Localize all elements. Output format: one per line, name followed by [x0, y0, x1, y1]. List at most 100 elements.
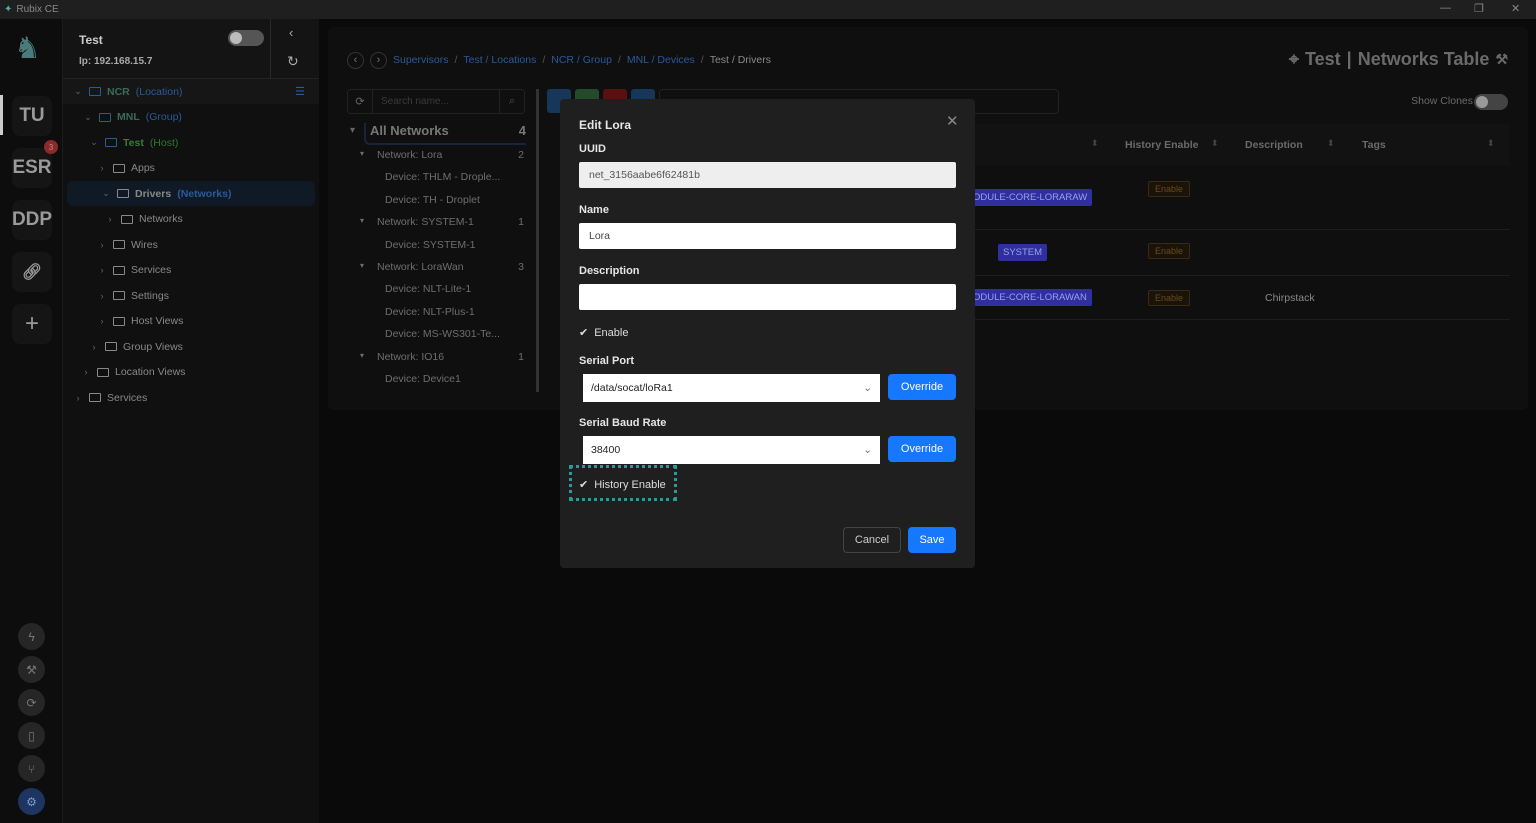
description-field[interactable]	[579, 284, 956, 310]
minimize-button[interactable]: —	[1440, 2, 1451, 14]
chevron-down-icon[interactable]: ⌄	[101, 188, 111, 199]
tree-item[interactable]: › Apps	[63, 156, 319, 181]
chevron-right-icon[interactable]: ›	[97, 265, 107, 275]
column-description[interactable]: Description	[1245, 139, 1303, 151]
gear-icon[interactable]: ⚙	[18, 788, 45, 815]
tree-item[interactable]: › Wires	[63, 232, 319, 257]
notification-badge: 3	[44, 140, 58, 154]
tree-item[interactable]: ⌄ NCR (Location)	[63, 79, 319, 104]
maximize-button[interactable]: ❐	[1474, 2, 1484, 15]
sort-icon[interactable]: ⬍	[1211, 138, 1219, 149]
collapse-icon[interactable]: ‹	[289, 25, 293, 40]
plugin-tag: SYSTEM	[998, 244, 1048, 261]
chevron-down-icon[interactable]: ⌄	[83, 112, 93, 123]
check-icon: ✔	[579, 479, 589, 491]
caret-down-icon: ▾	[360, 350, 365, 360]
search-input[interactable]: Search name...	[372, 90, 500, 113]
chevron-down-icon[interactable]: ⌄	[73, 86, 83, 97]
breadcrumb-item[interactable]: NCR / Group	[551, 54, 612, 66]
show-clones-toggle[interactable]	[1474, 94, 1508, 110]
rail-item-tu[interactable]: TU	[12, 96, 52, 136]
sort-icon[interactable]: ⬍	[1327, 138, 1335, 149]
chevron-right-icon[interactable]: ›	[89, 342, 99, 352]
column-history-enable[interactable]: History Enable	[1125, 139, 1199, 151]
sort-icon[interactable]: ⬍	[1091, 138, 1099, 149]
tree-item[interactable]: ⌄ MNL (Group)	[63, 105, 319, 130]
column-tags[interactable]: Tags	[1362, 139, 1386, 151]
tree-item[interactable]: › Services	[63, 258, 319, 283]
host-name: Test	[79, 33, 103, 47]
networks-tree: All Networks 4 ▾ ▾ Network: Lora 2 Device: THL…	[350, 123, 526, 385]
cancel-button[interactable]: Cancel	[843, 527, 901, 553]
add-icon[interactable]: +	[12, 304, 52, 344]
enable-checkbox[interactable]: ✔ Enable	[579, 326, 628, 340]
tree-item[interactable]: › Group Views	[63, 334, 319, 359]
branch-icon[interactable]: ⑂	[18, 755, 45, 782]
chevron-right-icon[interactable]: ›	[97, 240, 107, 250]
book-icon[interactable]: ▯	[18, 722, 45, 749]
breadcrumb-item[interactable]: Test / Locations	[463, 54, 536, 66]
bolt-icon[interactable]: ϟ	[18, 623, 45, 650]
folder-icon	[113, 163, 125, 173]
splitter[interactable]	[536, 89, 539, 392]
all-networks[interactable]: All Networks 4	[364, 123, 526, 145]
back-button[interactable]: ‹	[347, 52, 364, 69]
chevron-right-icon[interactable]: ›	[73, 393, 83, 403]
uuid-label: UUID	[579, 143, 606, 155]
breadcrumb-separator: /	[700, 54, 704, 66]
rail-item-ddp[interactable]: DDP	[12, 200, 52, 240]
breadcrumb-item[interactable]: MNL / Devices	[627, 54, 695, 66]
override-baud-button[interactable]: Override	[888, 436, 956, 462]
link-icon[interactable]: 🔗︎	[12, 252, 52, 292]
close-icon[interactable]: ✕	[946, 112, 959, 130]
baud-rate-select[interactable]: 38400 ⌄	[583, 436, 880, 464]
tree-item[interactable]: › Networks	[63, 207, 319, 232]
name-field[interactable]: Lora	[579, 223, 956, 249]
active-indicator	[0, 95, 3, 135]
edit-network-modal: Edit Lora ✕ UUID net_3156aabe6f62481b Na…	[560, 99, 975, 568]
sync-icon[interactable]: ⟳	[18, 689, 45, 716]
save-button[interactable]: Save	[908, 527, 956, 553]
forward-button[interactable]: ›	[370, 52, 387, 69]
refresh-icon[interactable]: ↻	[287, 53, 299, 70]
wrench-icon[interactable]: ⚒	[1495, 51, 1508, 68]
tree-item[interactable]: ⌄ Drivers (Networks)	[67, 181, 315, 206]
folder-icon	[105, 138, 117, 147]
tree-item[interactable]: ⌄ Test (Host)	[63, 130, 319, 155]
rail-item-esr[interactable]: ESR	[12, 148, 52, 188]
chevron-down-icon[interactable]: ⌄	[89, 137, 99, 148]
host-ip: Ip: 192.168.15.7	[79, 56, 153, 67]
caret-down-icon[interactable]: ▾	[350, 125, 355, 136]
chevron-right-icon[interactable]: ›	[81, 367, 91, 377]
tree-item[interactable]: › Location Views	[63, 360, 319, 385]
search-icon[interactable]: ⌕	[500, 95, 524, 108]
show-clones-label: Show Clones	[1411, 95, 1473, 107]
history-enable-checkbox[interactable]: ✔ History Enable	[579, 478, 666, 492]
host-toggle[interactable]	[228, 30, 264, 46]
serial-port-select[interactable]: /data/socat/loRa1 ⌄	[583, 374, 880, 402]
folder-icon	[97, 367, 109, 377]
menu-icon[interactable]: ☰	[295, 85, 305, 98]
history-badge: Enable	[1148, 181, 1191, 197]
folder-icon	[117, 189, 129, 198]
chevron-right-icon[interactable]: ›	[97, 291, 107, 301]
description-cell: Chirpstack	[1265, 292, 1315, 304]
breadcrumb-item[interactable]: Supervisors	[393, 54, 448, 66]
folder-icon	[121, 214, 133, 224]
sort-icon[interactable]: ⬍	[1487, 138, 1495, 149]
tree-item[interactable]: › Services	[63, 385, 319, 410]
close-window-button[interactable]: ✕	[1511, 2, 1520, 15]
breadcrumb-separator: /	[617, 54, 621, 66]
wrench-icon[interactable]: ⚒	[18, 656, 45, 683]
tree-item[interactable]: › Host Views	[63, 309, 319, 334]
tree-item[interactable]: › Settings	[63, 283, 319, 308]
override-port-button[interactable]: Override	[888, 374, 956, 400]
breadcrumb: Supervisors / Test / Locations / NCR / Group…	[393, 54, 771, 66]
chevron-right-icon[interactable]: ›	[97, 316, 107, 326]
target-icon: ⌖	[1288, 49, 1299, 69]
chevron-right-icon[interactable]: ›	[97, 163, 107, 173]
chevron-right-icon[interactable]: ›	[105, 214, 115, 224]
uuid-field[interactable]: net_3156aabe6f62481b	[579, 162, 956, 188]
refresh-icon[interactable]: ⟳	[348, 95, 372, 108]
check-icon: ✔	[579, 327, 589, 339]
